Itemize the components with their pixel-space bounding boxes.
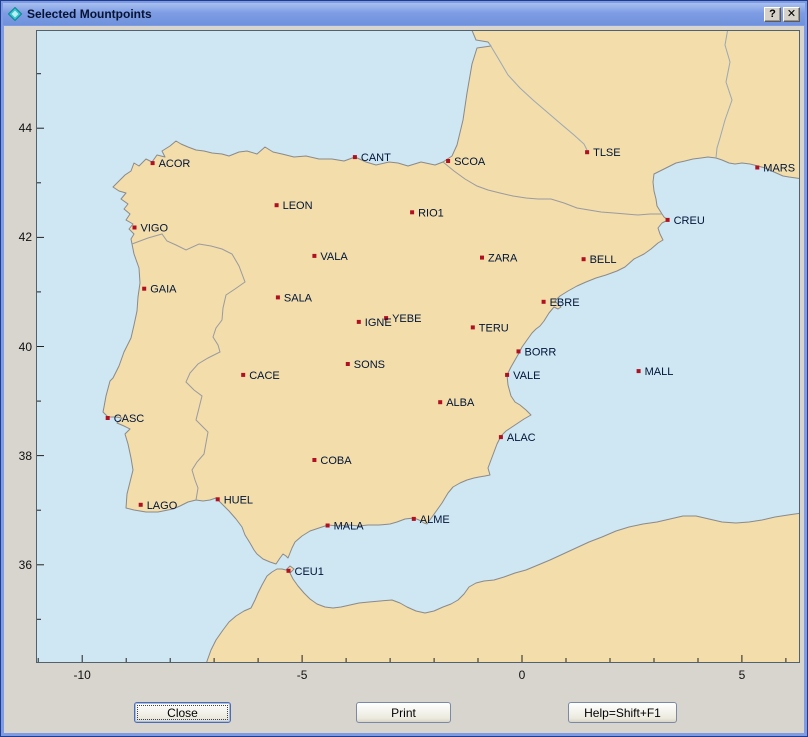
station-label: CASC — [114, 413, 145, 425]
station-label: BORR — [525, 346, 557, 358]
station-label: TERU — [479, 322, 509, 334]
station-marker — [287, 569, 291, 573]
station-marker — [438, 400, 442, 404]
station-label: HUEL — [224, 494, 253, 506]
station-label: LAGO — [147, 500, 178, 512]
close-button[interactable]: Close — [134, 702, 231, 723]
station-marker — [471, 325, 475, 329]
station-marker — [142, 287, 146, 291]
station-label: GAIA — [150, 284, 177, 296]
station-label: MARS — [763, 163, 795, 175]
station-label: CANT — [361, 152, 391, 164]
x-axis-tick-label: 0 — [519, 668, 526, 682]
station-marker — [755, 166, 759, 170]
station-label: ALAC — [507, 432, 536, 444]
y-axis-tick-label: 40 — [4, 339, 32, 355]
station-label: ALME — [420, 514, 450, 526]
station-label: MALL — [645, 366, 674, 378]
station-marker — [312, 254, 316, 258]
station-marker — [446, 159, 450, 163]
station-marker — [499, 435, 503, 439]
y-axis-tick-label: 44 — [4, 120, 32, 136]
help-button[interactable]: Help=Shift+F1 — [568, 702, 677, 723]
station-label: COBA — [320, 455, 352, 467]
station-marker — [241, 373, 245, 377]
print-button[interactable]: Print — [356, 702, 451, 723]
station-label: SCOA — [454, 156, 486, 168]
selected-mountpoints-window: Selected Mountpoints ? ✕ ACOR CANT SCOA TLS… — [0, 0, 808, 737]
station-marker — [275, 203, 279, 207]
station-marker — [666, 218, 670, 222]
station-label: TLSE — [593, 147, 621, 159]
station-marker — [139, 503, 143, 507]
station-label: SONS — [354, 359, 385, 371]
station-marker — [542, 300, 546, 304]
station-label: ZARA — [488, 253, 518, 265]
y-axis-tick-label: 38 — [4, 448, 32, 464]
window-title: Selected Mountpoints — [27, 7, 762, 21]
station-marker — [151, 161, 155, 165]
station-marker — [582, 257, 586, 261]
x-axis-tick-label: -10 — [74, 668, 91, 682]
x-axis-tick-label: -5 — [297, 668, 308, 682]
station-marker — [216, 497, 220, 501]
station-label: MALA — [334, 521, 365, 533]
station-label: VIGO — [141, 223, 169, 235]
station-label: IGNE — [365, 317, 392, 329]
station-label: SALA — [284, 292, 313, 304]
window-content: ACOR CANT SCOA TLSE MARS LEON RIO1 CREU VIGO VALA… — [4, 26, 804, 733]
station-label: LEON — [283, 200, 313, 212]
station-marker — [585, 150, 589, 154]
station-label: CREU — [674, 215, 705, 227]
station-marker — [312, 458, 316, 462]
station-label: EBRE — [550, 297, 580, 309]
station-label: CACE — [249, 370, 280, 382]
station-marker — [353, 155, 357, 159]
y-axis-tick-label: 36 — [4, 557, 32, 573]
titlebar[interactable]: Selected Mountpoints ? ✕ — [3, 3, 805, 25]
help-titlebar-button[interactable]: ? — [764, 7, 781, 22]
y-axis-tick-label: 42 — [4, 229, 32, 245]
close-titlebar-button[interactable]: ✕ — [783, 7, 800, 22]
station-marker — [357, 320, 361, 324]
station-label: VALA — [320, 251, 348, 263]
station-label: VALE — [513, 370, 540, 382]
station-marker — [410, 210, 414, 214]
station-label: YEBE — [392, 313, 421, 325]
station-marker — [106, 416, 110, 420]
station-label: BELL — [590, 254, 617, 266]
station-marker — [637, 369, 641, 373]
station-marker — [326, 524, 330, 528]
station-label: ACOR — [159, 158, 191, 170]
station-marker — [505, 373, 509, 377]
station-marker — [346, 362, 350, 366]
station-marker — [276, 295, 280, 299]
station-label: RIO1 — [418, 207, 444, 219]
map-canvas: ACOR CANT SCOA TLSE MARS LEON RIO1 CREU VIGO VALA… — [36, 30, 800, 663]
station-label: CEU1 — [295, 566, 324, 578]
map-plot-area: ACOR CANT SCOA TLSE MARS LEON RIO1 CREU VIGO VALA… — [4, 26, 804, 698]
station-marker — [133, 226, 137, 230]
station-marker — [517, 349, 521, 353]
app-icon — [8, 7, 22, 21]
station-label: ALBA — [446, 397, 475, 409]
station-marker — [412, 517, 416, 521]
station-marker — [480, 256, 484, 260]
x-axis-tick-label: 5 — [739, 668, 746, 682]
